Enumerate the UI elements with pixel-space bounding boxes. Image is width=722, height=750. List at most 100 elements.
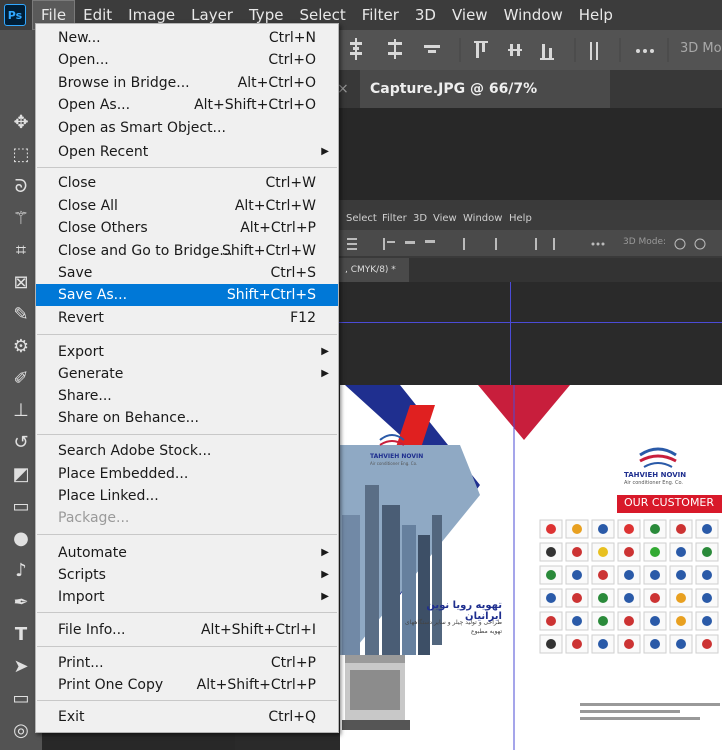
- menu-item-label: Close All: [58, 198, 118, 214]
- menu-item-label: Print...: [58, 655, 104, 671]
- menu-item-share[interactable]: Share...: [36, 385, 338, 407]
- submenu-arrow-icon: ▶: [321, 146, 329, 157]
- menu-item-close[interactable]: Close Ctrl+W: [36, 172, 338, 194]
- menu-item-label: Place Linked...: [58, 488, 159, 504]
- healing-brush-icon[interactable]: ⚙: [8, 334, 34, 360]
- submenu-arrow-icon: ▶: [321, 569, 329, 580]
- menu-separator: [37, 646, 337, 647]
- hand-tool-icon[interactable]: ◎: [8, 718, 34, 744]
- lasso-tool-icon[interactable]: ᘐ: [8, 174, 34, 200]
- menu-item-label: Share on Behance...: [58, 410, 199, 426]
- stamp-tool-icon[interactable]: ⊥: [8, 398, 34, 424]
- pen-tool-icon[interactable]: ✒: [8, 590, 34, 616]
- menu-item-import[interactable]: Import ▶: [36, 586, 338, 608]
- menu-item-label: Open...: [58, 52, 109, 68]
- menu-item-shortcut: Shift+Ctrl+W: [221, 243, 316, 259]
- menu-item-shortcut: Ctrl+S: [270, 265, 316, 281]
- move-tool-icon[interactable]: ✥: [8, 110, 34, 136]
- eraser-tool-icon[interactable]: ◩: [8, 462, 34, 488]
- submenu-arrow-icon: ▶: [321, 547, 329, 558]
- menu-item-save[interactable]: Save Ctrl+S: [36, 262, 338, 284]
- menu-separator: [37, 700, 337, 701]
- dodge-tool-icon[interactable]: ♪: [8, 558, 34, 584]
- crop-tool-icon[interactable]: ⌗: [8, 238, 34, 264]
- menu-item-generate[interactable]: Generate ▶: [36, 363, 338, 385]
- menu-item-close-and-go-to-bridge[interactable]: Close and Go to Bridge... Shift+Ctrl+W: [36, 240, 338, 262]
- menu-item-label: Share...: [58, 388, 112, 404]
- inner-menu-help: Help: [509, 213, 532, 224]
- menu-item-label: Close and Go to Bridge...: [58, 243, 233, 259]
- menu-view[interactable]: View: [444, 0, 496, 30]
- brush-tool-icon[interactable]: ✐: [8, 366, 34, 392]
- menu-item-browse-in-bridge[interactable]: Browse in Bridge... Alt+Ctrl+O: [36, 72, 338, 94]
- tab-capture-jpg[interactable]: Capture.JPG @ 66/7% (RGB/8#) * ×: [360, 70, 610, 135]
- menu-item-label: Place Embedded...: [58, 466, 189, 482]
- menu-3d[interactable]: 3D: [407, 0, 444, 30]
- brochure-persian-sub2: تهویه مطبوع: [471, 628, 502, 635]
- brochure-company-sub-left: Air conditioner Eng. Co.: [370, 461, 418, 466]
- blur-tool-icon[interactable]: ●: [8, 526, 34, 552]
- type-tool-icon[interactable]: T: [8, 622, 34, 648]
- path-selection-icon[interactable]: ➤: [8, 654, 34, 680]
- menu-window[interactable]: Window: [496, 0, 571, 30]
- menu-item-open[interactable]: Open... Ctrl+O: [36, 49, 338, 71]
- menu-item-export[interactable]: Export ▶: [36, 341, 338, 363]
- menu-item-share-on-behance[interactable]: Share on Behance...: [36, 407, 338, 429]
- inner-menu-filter: Filter: [382, 213, 407, 224]
- eyedropper-icon[interactable]: ✎: [8, 302, 34, 328]
- menu-item-shortcut: Alt+Ctrl+O: [237, 75, 316, 91]
- menu-item-shortcut: Alt+Shift+Ctrl+O: [194, 97, 316, 113]
- menu-item-label: Print One Copy: [58, 677, 164, 693]
- brochure-artwork: [340, 385, 722, 750]
- menu-item-open-as[interactable]: Open As... Alt+Shift+Ctrl+O: [36, 94, 338, 116]
- menu-item-label: Scripts: [58, 567, 106, 583]
- menu-item-shortcut: Alt+Shift+Ctrl+I: [200, 622, 316, 638]
- menu-help[interactable]: Help: [571, 0, 621, 30]
- menu-separator: [37, 612, 337, 613]
- menu-item-save-as[interactable]: Save As... Shift+Ctrl+S: [36, 284, 338, 306]
- inner-menu-view: View: [433, 213, 457, 224]
- menu-item-label: Export: [58, 344, 104, 360]
- menu-item-open-as-smart-object[interactable]: Open as Smart Object...: [36, 117, 338, 139]
- align-icons[interactable]: [350, 38, 654, 60]
- menu-item-label: Open As...: [58, 97, 131, 113]
- menu-item-automate[interactable]: Automate ▶: [36, 542, 338, 564]
- menu-item-close-others[interactable]: Close Others Alt+Ctrl+P: [36, 217, 338, 239]
- menu-item-revert[interactable]: Revert F12: [36, 307, 338, 329]
- history-brush-icon[interactable]: ↺: [8, 430, 34, 456]
- menu-item-shortcut: Alt+Shift+Ctrl+P: [196, 677, 316, 693]
- inner-menu-window: Window: [463, 213, 503, 224]
- menu-item-label: Save As...: [58, 287, 128, 303]
- menu-filter[interactable]: Filter: [354, 0, 407, 30]
- menu-item-file-info[interactable]: File Info... Alt+Shift+Ctrl+I: [36, 619, 338, 641]
- menu-item-print-one-copy[interactable]: Print One Copy Alt+Shift+Ctrl+P: [36, 674, 338, 696]
- 3d-mode-label: 3D Mode: [680, 41, 722, 56]
- magic-wand-icon[interactable]: ⚚: [8, 206, 34, 232]
- menu-item-print[interactable]: Print... Ctrl+P: [36, 652, 338, 674]
- menu-item-scripts[interactable]: Scripts ▶: [36, 564, 338, 586]
- rectangle-tool-icon[interactable]: ▭: [8, 686, 34, 712]
- menu-item-label: Generate: [58, 366, 124, 382]
- menu-item-shortcut: F12: [290, 310, 316, 326]
- menu-item-close-all[interactable]: Close All Alt+Ctrl+W: [36, 195, 338, 217]
- menu-item-label: Browse in Bridge...: [58, 75, 190, 91]
- brochure-company-name-right: TAHVIEH NOVIN: [624, 471, 687, 479]
- menu-item-label: Package...: [58, 510, 130, 526]
- menu-item-open-recent[interactable]: Open Recent ▶: [36, 141, 338, 163]
- menu-item-label: Close: [58, 175, 97, 191]
- menu-item-place-linked[interactable]: Place Linked...: [36, 485, 338, 507]
- menu-item-exit[interactable]: Exit Ctrl+Q: [36, 706, 338, 728]
- menu-item-label: Exit: [58, 709, 85, 725]
- menu-item-label: Search Adobe Stock...: [58, 443, 212, 459]
- submenu-arrow-icon: ▶: [321, 591, 329, 602]
- gradient-tool-icon[interactable]: ▭: [8, 494, 34, 520]
- frame-tool-icon[interactable]: ⊠: [8, 270, 34, 296]
- inner-menu-3d: 3D: [413, 213, 428, 224]
- marquee-tool-icon[interactable]: ⬚: [8, 142, 34, 168]
- brochure-company-sub-right: Air conditioner Eng. Co.: [624, 480, 684, 486]
- menu-item-new[interactable]: New... Ctrl+N: [36, 27, 338, 49]
- menu-item-shortcut: Alt+Ctrl+P: [240, 220, 316, 236]
- menu-item-place-embedded[interactable]: Place Embedded...: [36, 463, 338, 485]
- menu-item-search-adobe-stock[interactable]: Search Adobe Stock...: [36, 440, 338, 462]
- submenu-arrow-icon: ▶: [321, 346, 329, 357]
